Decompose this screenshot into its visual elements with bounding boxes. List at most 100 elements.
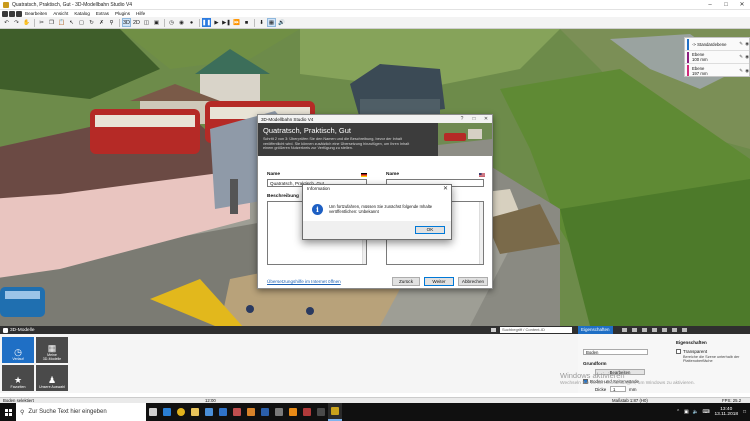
eye-icon[interactable]: ◉ [745, 54, 749, 60]
edge-icon[interactable] [160, 403, 174, 421]
menu-plugins[interactable]: Plugins [112, 11, 133, 16]
scrollbar[interactable] [479, 202, 483, 264]
word-icon[interactable] [258, 403, 272, 421]
copy-icon[interactable]: ❐ [47, 18, 56, 27]
modellbahn-icon[interactable] [328, 403, 342, 421]
tile-unsere-auswahl[interactable]: ♟ Unsere Auswahl [36, 365, 68, 391]
rotate-icon[interactable]: ↻ [87, 18, 96, 27]
event-icon[interactable] [682, 328, 687, 332]
layer-ebene-197[interactable]: Ebene 197 mm ✎ ◉ [685, 64, 749, 77]
paste-icon[interactable]: 📋 [57, 18, 66, 27]
taskbar-search[interactable]: ⚲ Zur Suche Text hier eingeben [16, 403, 146, 421]
vlc-icon[interactable] [286, 403, 300, 421]
layers-icon[interactable] [632, 328, 637, 332]
clock-icon[interactable]: ◷ [167, 18, 176, 27]
store-icon[interactable] [202, 403, 216, 421]
taskbar-clock[interactable]: 13:40 13.11.2018 [714, 407, 738, 418]
download-icon[interactable]: ⬇ [257, 18, 266, 27]
split-view-icon[interactable]: ◫ [142, 18, 151, 27]
chevron-up-icon[interactable]: ⌃ [676, 410, 680, 415]
app-window: Quatratsch, Praktisch, Gut - 3D-Modellba… [0, 0, 750, 421]
information-modal: Information ✕ i Um fortzufahren, müssen … [302, 184, 452, 240]
volume-icon[interactable]: 🔈 [693, 410, 699, 415]
delete-icon[interactable]: ✗ [97, 18, 106, 27]
menu-hilfe[interactable]: Hilfe [133, 11, 148, 16]
cancel-button[interactable]: Abbrechen [458, 277, 488, 286]
menu-ansicht[interactable]: Ansicht [50, 11, 71, 16]
transparent-label: Transparent [683, 349, 708, 354]
keyboard-icon[interactable]: ⌨ [703, 410, 710, 415]
edit-icon[interactable]: ✎ [739, 68, 743, 74]
settings-icon[interactable] [622, 328, 627, 332]
photo-icon[interactable] [230, 403, 244, 421]
translation-help-link[interactable]: Übersetzungshilfe im Internet öffnen [267, 279, 341, 284]
back-button[interactable]: Zurück [392, 277, 420, 286]
tile-meine-3d-modelle[interactable]: ▦ Meine 3D-Modelle [36, 337, 68, 363]
ok-button[interactable]: OK [415, 226, 445, 234]
tile-verlauf[interactable]: ◷ Verlauf [2, 337, 34, 363]
menu-bearbeiten[interactable]: Bearbeiten [22, 11, 50, 16]
pause-icon[interactable]: ❚❚ [202, 18, 211, 27]
sound-icon[interactable]: 🔊 [277, 18, 286, 27]
menu-katalog[interactable]: Katalog [71, 11, 93, 16]
minimize-button[interactable]: – [702, 0, 718, 10]
modal-close-icon[interactable]: ✕ [443, 185, 448, 193]
stop-icon[interactable]: ■ [242, 18, 251, 27]
box-select-icon[interactable]: ▢ [77, 18, 86, 27]
select-icon[interactable]: ↖ [67, 18, 76, 27]
tile-favoriten[interactable]: ★ Favoriten [2, 365, 34, 391]
grid-icon[interactable]: ▦ [267, 18, 276, 27]
dialog-help-button[interactable]: ? [456, 115, 468, 123]
record-icon[interactable]: ● [187, 18, 196, 27]
transparent-checkbox[interactable] [676, 349, 681, 354]
hand-icon[interactable]: ✋ [22, 18, 31, 27]
edit-icon[interactable]: ✎ [739, 41, 743, 47]
zoom-icon[interactable]: ⚲ [107, 18, 116, 27]
explorer-icon[interactable] [188, 403, 202, 421]
view-3d-button[interactable]: 3D [122, 18, 131, 27]
network-icon[interactable]: ▣ [684, 410, 689, 415]
fast-forward-icon[interactable]: ⏩ [232, 18, 241, 27]
step-icon[interactable]: ▶❚ [222, 18, 231, 27]
cut-icon[interactable]: ✂ [37, 18, 46, 27]
object-name-input[interactable]: Boden [583, 349, 648, 355]
close-button[interactable]: ✕ [734, 0, 750, 10]
layer-ebene-100[interactable]: Ebene 100 mm ✎ ◉ [685, 51, 749, 64]
maximize-button[interactable]: □ [718, 0, 734, 10]
app3-icon[interactable] [314, 403, 328, 421]
camera-tab-icon[interactable] [642, 328, 647, 332]
eye-icon[interactable]: ◉ [745, 41, 749, 47]
redo-icon[interactable]: ↷ [12, 18, 21, 27]
camera-icon[interactable]: ◉ [177, 18, 186, 27]
light-icon[interactable] [652, 328, 657, 332]
dialog-maximize-button[interactable]: □ [468, 115, 480, 123]
media-icon[interactable] [244, 403, 258, 421]
play-icon[interactable]: ▶ [212, 18, 221, 27]
eye-icon[interactable]: ◉ [745, 68, 749, 74]
notification-icon[interactable]: □ [743, 410, 746, 415]
app2-icon[interactable] [300, 403, 314, 421]
sound-tab-icon[interactable] [672, 328, 677, 332]
task-view-icon[interactable] [146, 403, 160, 421]
open-file-icon[interactable] [9, 10, 15, 17]
undo-icon[interactable]: ↶ [2, 18, 11, 27]
start-button[interactable] [0, 403, 16, 421]
next-button[interactable]: Weiter [424, 277, 454, 286]
mail-icon[interactable] [216, 403, 230, 421]
catalog-search-input[interactable]: Suchbegriff / Content-ID [500, 327, 572, 333]
menu-extras[interactable]: Extras [93, 11, 112, 16]
app-icon[interactable] [272, 403, 286, 421]
track-icon[interactable] [662, 328, 667, 332]
tab-eigenschaften[interactable]: Eigenschaften [578, 326, 613, 334]
view-2d-button[interactable]: 2D [132, 18, 141, 27]
edit-icon[interactable]: ✎ [739, 54, 743, 60]
layer-standardebene[interactable]: -> Standardebene ✎ ◉ [685, 38, 749, 51]
dialog-close-button[interactable]: ✕ [480, 115, 492, 123]
new-file-icon[interactable] [2, 10, 8, 17]
preview-thumbnail [438, 123, 492, 156]
refresh-icon[interactable] [491, 328, 496, 332]
modal-message: Um fortzufahren, müssen Sie zunächst fol… [329, 204, 433, 215]
chrome-icon[interactable] [174, 403, 188, 421]
tile-label: Meine 3D-Modelle [42, 353, 62, 362]
camera-view-icon[interactable]: ▣ [152, 18, 161, 27]
